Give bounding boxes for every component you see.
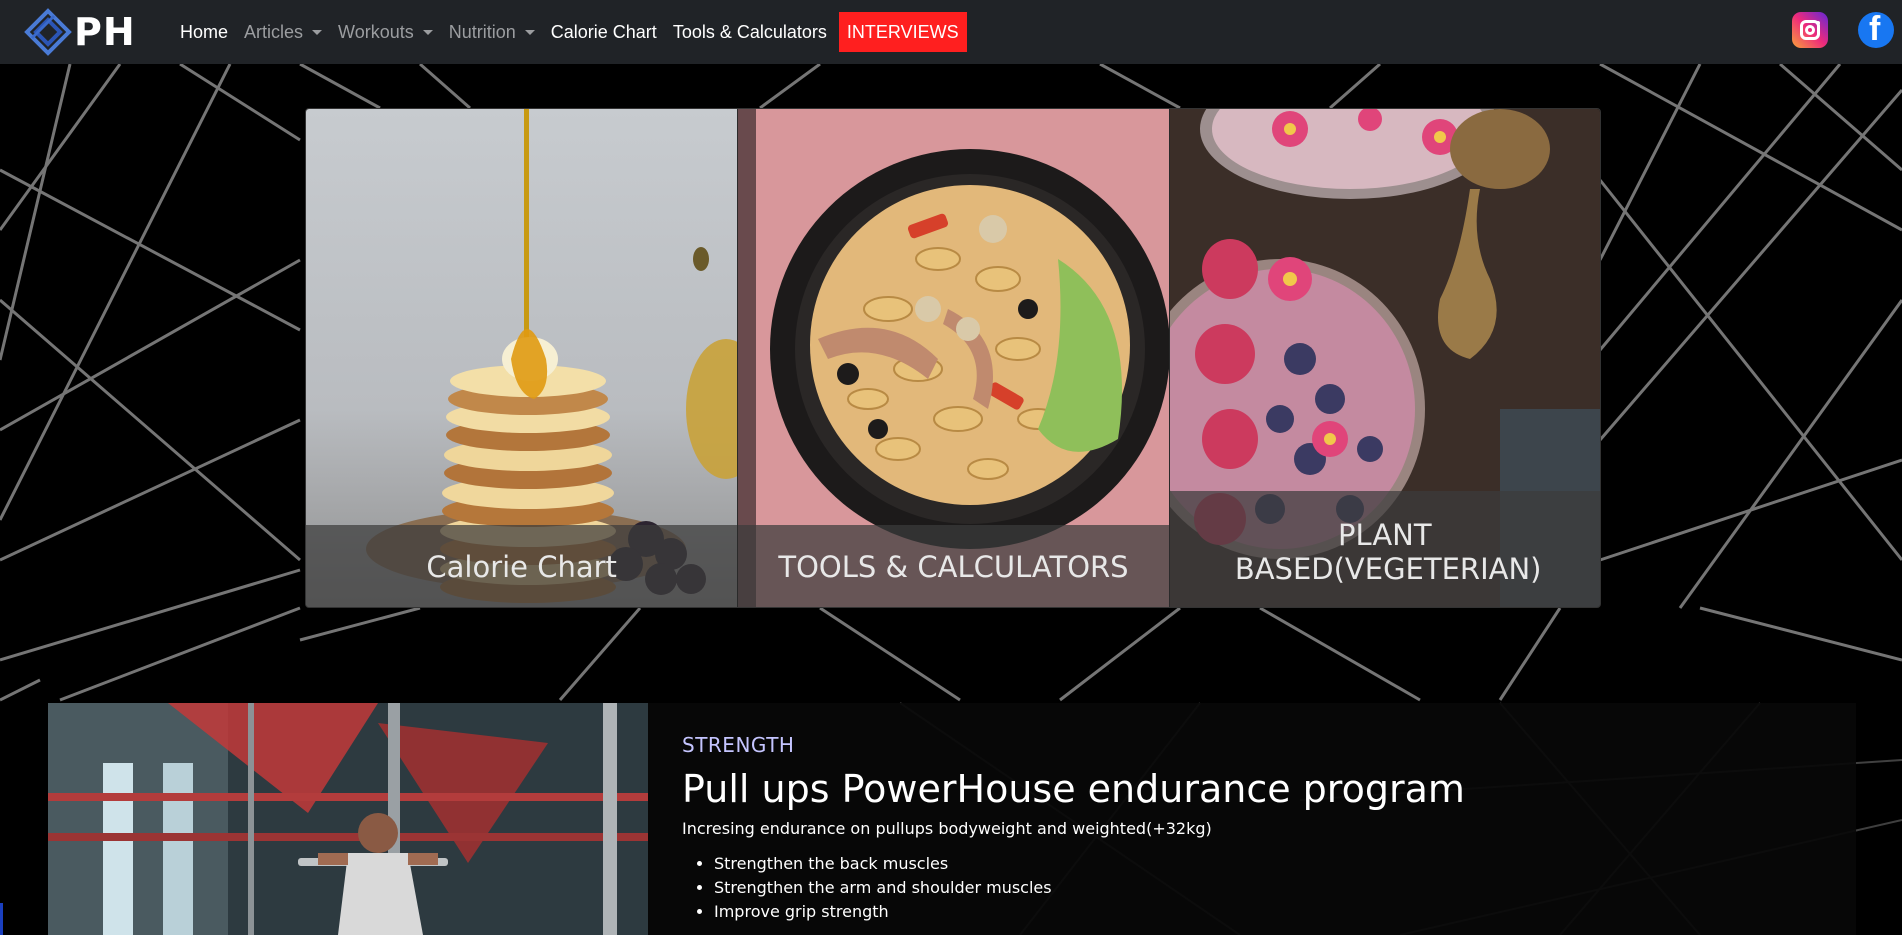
nav-nutrition-dropdown[interactable]: Nutrition xyxy=(441,12,543,52)
facebook-icon[interactable]: f xyxy=(1858,10,1894,48)
nav-articles-dropdown[interactable]: Articles xyxy=(236,12,330,52)
logo-diamond-icon xyxy=(24,8,72,56)
brand-text: PH xyxy=(74,10,136,54)
list-item: Improve grip strength xyxy=(714,900,1782,924)
article-subtitle: Incresing endurance on pullups bodyweigh… xyxy=(682,819,1212,838)
card-calorie-chart[interactable]: Calorie Chart xyxy=(306,109,738,607)
nav-interviews-button[interactable]: INTERVIEWS xyxy=(838,12,967,52)
card-title: PLANT BASED(VEGETERIAN) xyxy=(1234,518,1542,586)
card-tools-calculators[interactable]: TOOLS & CALCULATORS xyxy=(737,109,1169,607)
nav-tools-calculators[interactable]: Tools & Calculators xyxy=(665,12,835,52)
article-title[interactable]: Pull ups PowerHouse endurance program xyxy=(682,767,1782,811)
nav-nutrition-label: Nutrition xyxy=(448,21,516,42)
main-nav: Home Articles Workouts Nutrition Calorie… xyxy=(172,12,967,52)
pullup-gym-image xyxy=(48,703,648,935)
chevron-down-icon xyxy=(422,29,433,35)
card-plant-based-caption: PLANT BASED(VEGETERIAN) xyxy=(1169,491,1600,607)
chevron-down-icon xyxy=(524,29,535,35)
card-calorie-chart-caption: Calorie Chart xyxy=(306,525,738,607)
scroll-indicator xyxy=(0,903,3,935)
nav-workouts-label: Workouts xyxy=(338,21,414,42)
brand-logo[interactable]: PH xyxy=(24,4,136,60)
nav-home[interactable]: Home xyxy=(172,12,236,52)
card-tools-calculators-caption: TOOLS & CALCULATORS xyxy=(738,525,1169,607)
top-navbar: PH Home Articles Workouts Nutrition Calo… xyxy=(0,0,1902,64)
category-cards: Calorie Chart TOOLS & CALCULATORS PLANT … xyxy=(305,108,1601,608)
article-body: STRENGTH Pull ups PowerHouse endurance p… xyxy=(682,733,1782,924)
chevron-down-icon xyxy=(312,29,323,35)
nav-calorie-chart[interactable]: Calorie Chart xyxy=(543,12,665,52)
card-title: TOOLS & CALCULATORS xyxy=(778,550,1129,584)
nav-articles-label: Articles xyxy=(244,21,304,42)
card-plant-based[interactable]: PLANT BASED(VEGETERIAN) xyxy=(1168,109,1600,607)
nav-workouts-dropdown[interactable]: Workouts xyxy=(330,12,441,52)
article-image[interactable] xyxy=(48,703,648,935)
article-category[interactable]: STRENGTH xyxy=(682,733,1782,757)
list-item: Strengthen the arm and shoulder muscles xyxy=(714,876,1782,900)
article-benefits-list: Strengthen the back muscles Strengthen t… xyxy=(682,852,1782,924)
instagram-icon[interactable] xyxy=(1792,12,1828,48)
list-item: Strengthen the back muscles xyxy=(714,852,1782,876)
article-preview[interactable]: STRENGTH Pull ups PowerHouse endurance p… xyxy=(48,703,1856,935)
card-title: Calorie Chart xyxy=(426,550,617,584)
